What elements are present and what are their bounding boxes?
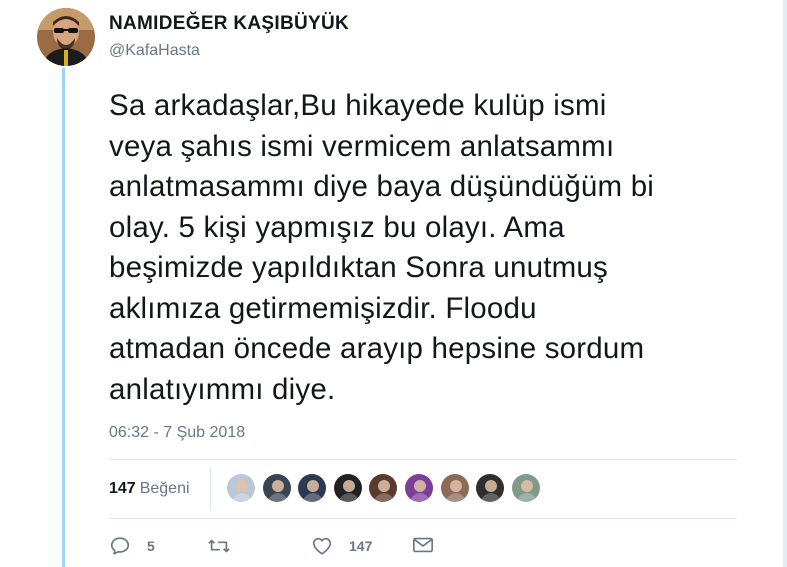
author-avatar[interactable] [37,8,95,66]
divider-bottom [109,518,737,519]
liker-avatar-5[interactable] [368,473,399,503]
envelope-icon [412,535,434,555]
reply-button[interactable]: 5 [109,535,155,557]
tweet-text: Sa arkadaşlar,Bu hikayede kulüp ismi vey… [109,89,655,406]
liker-avatar-4[interactable] [332,473,363,503]
liker-avatar-3[interactable] [297,473,328,503]
liker-avatar-8[interactable] [475,473,506,503]
direct-message-button[interactable] [412,535,434,555]
liker-avatars [226,473,546,505]
reply-icon [109,535,131,557]
retweet-button[interactable] [207,535,231,557]
thread-line [62,68,65,567]
retweet-icon [207,535,231,557]
likes-stat[interactable]: 147 Beğeni [109,480,190,498]
author-display-name[interactable]: NAMIDEĞER KAŞIBÜYÜK [109,13,349,35]
liker-avatar-9[interactable] [510,473,541,503]
reply-count: 5 [147,538,155,554]
author-handle[interactable]: @KafaHasta [109,42,200,60]
liker-avatar-1[interactable] [226,473,256,503]
like-count: 147 [349,538,373,554]
stats-divider [210,467,211,511]
likes-label: Beğeni [139,480,190,497]
scrollbar-edge [783,0,787,567]
likes-count: 147 [109,480,136,497]
like-button[interactable]: 147 [311,535,372,557]
liker-avatar-7[interactable] [439,473,470,503]
heart-icon [311,535,333,557]
tweet-timestamp[interactable]: 06:32 - 7 Şub 2018 [109,424,245,442]
liker-avatar-2[interactable] [261,473,292,503]
divider-top [109,459,737,460]
liker-avatar-6[interactable] [403,473,434,503]
